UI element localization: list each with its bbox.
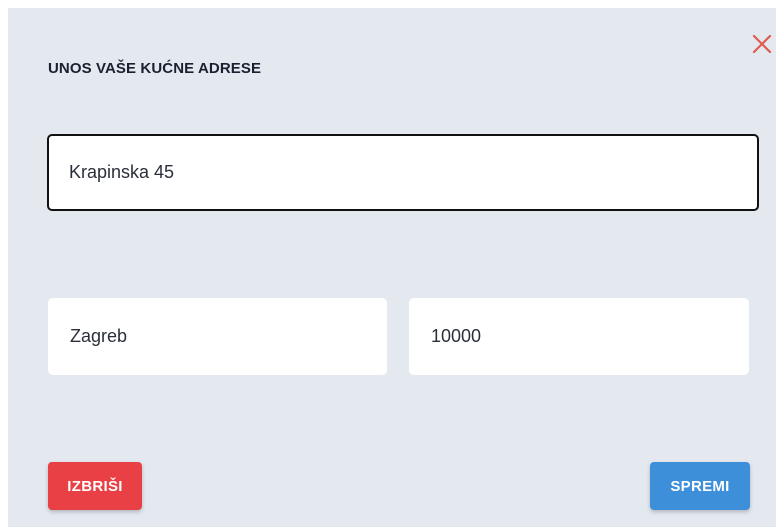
- delete-button[interactable]: IZBRIŠI: [48, 462, 142, 510]
- address-dialog: UNOS VAŠE KUĆNE ADRESE IZBRIŠI SPREMI: [8, 8, 776, 527]
- close-button[interactable]: [748, 30, 776, 58]
- save-button[interactable]: SPREMI: [650, 462, 750, 510]
- close-icon: [752, 34, 772, 54]
- street-address-input[interactable]: [47, 134, 759, 211]
- city-input[interactable]: [48, 298, 387, 375]
- dialog-title: UNOS VAŠE KUĆNE ADRESE: [48, 60, 262, 77]
- postal-code-input[interactable]: [409, 298, 749, 375]
